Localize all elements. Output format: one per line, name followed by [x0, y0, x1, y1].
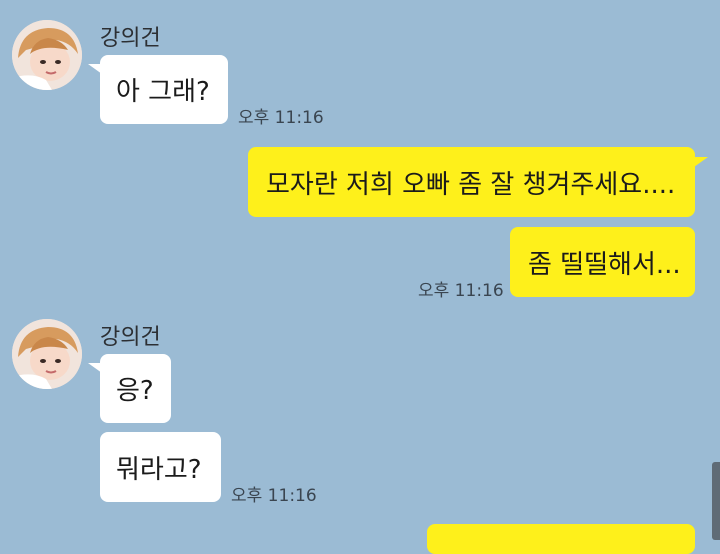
- message-text: 모자란 저희 오빠 좀 잘 챙겨주세요....: [266, 169, 676, 200]
- message-bubble[interactable]: 모자란 저희 오빠 좀 잘 챙겨주세요....: [248, 147, 695, 217]
- avatar-photo: [12, 319, 82, 389]
- message-bubble[interactable]: 아 그래?: [100, 55, 228, 124]
- sender-name: 강의건: [100, 325, 161, 350]
- message-bubble[interactable]: 뭐라고?: [100, 432, 221, 502]
- avatar[interactable]: [12, 20, 82, 90]
- message-text: 좀 띨띨해서...: [528, 249, 681, 280]
- avatar-photo: [12, 20, 82, 90]
- message-text: 아 그래?: [116, 77, 210, 107]
- scrollbar[interactable]: [712, 462, 720, 540]
- message-bubble[interactable]: 좀 띨띨해서...: [510, 227, 695, 297]
- message-timestamp: 오후 11:16: [231, 486, 317, 506]
- sender-name: 강의건: [100, 26, 161, 51]
- bubble-tail: [694, 157, 708, 167]
- message-text: 뭐라고?: [116, 454, 202, 485]
- message-timestamp: 오후 11:16: [238, 108, 324, 128]
- chat-message-list[interactable]: 강의건 아 그래? 오후 11:16 모자란 저희 오빠 좀 잘 챙겨주세요..…: [0, 0, 720, 554]
- message-text: 응?: [116, 376, 154, 406]
- message-bubble-partial[interactable]: [427, 524, 695, 554]
- message-timestamp: 오후 11:16: [418, 281, 504, 301]
- message-bubble[interactable]: 응?: [100, 354, 171, 423]
- avatar[interactable]: [12, 319, 82, 389]
